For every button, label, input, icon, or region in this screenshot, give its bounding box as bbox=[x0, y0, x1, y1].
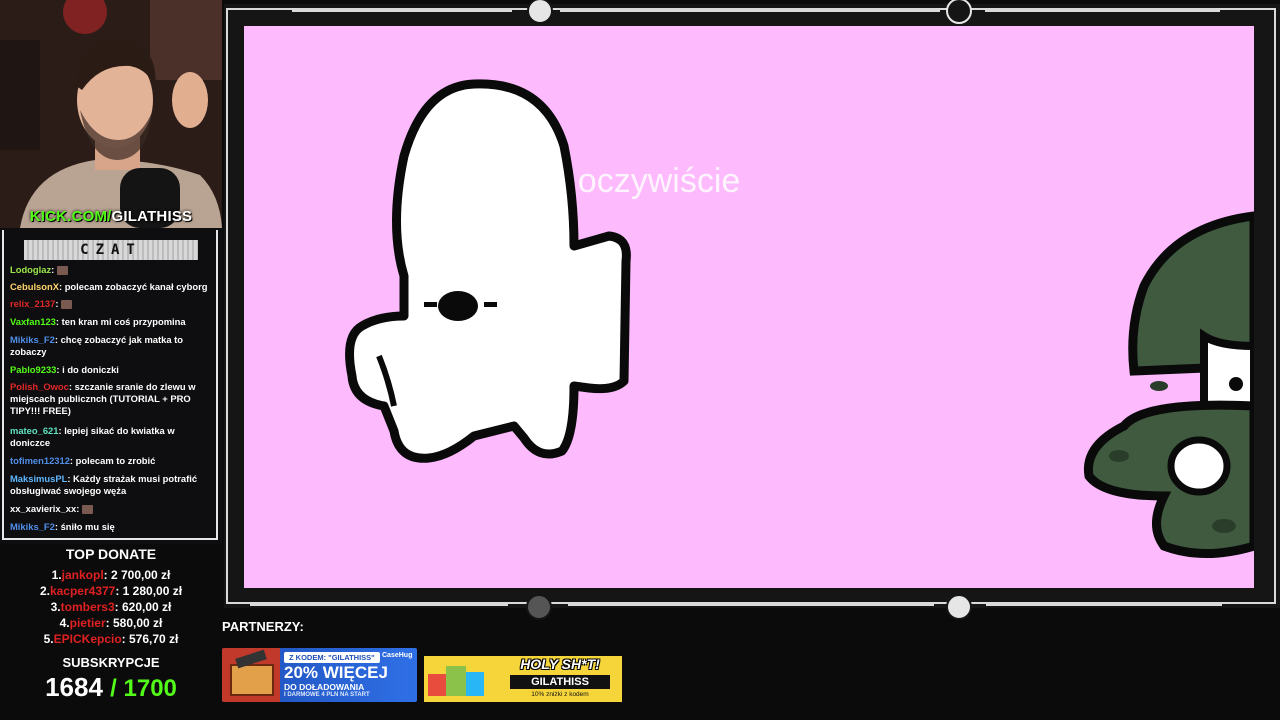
chat-message: Lodoglaz: bbox=[10, 264, 210, 276]
wave-logo-icon bbox=[946, 594, 972, 620]
donate-row: 5.EPICKepcio: 576,70 zł bbox=[0, 632, 222, 646]
emote-icon bbox=[61, 300, 73, 310]
chat-username[interactable]: Vaxfan123 bbox=[10, 316, 56, 327]
chat-username[interactable]: MaksimusPL bbox=[10, 473, 67, 484]
frame-line bbox=[560, 10, 940, 12]
donate-amount: : 2 700,00 zł bbox=[103, 568, 171, 582]
case-image-icon bbox=[222, 648, 280, 702]
chat-message: MaksimusPL: Każdy strażak musi potrafić … bbox=[10, 473, 198, 496]
donate-amount: : 576,70 zł bbox=[121, 632, 179, 646]
chat-username[interactable]: Mikiks_F2 bbox=[10, 334, 55, 345]
chat-title: CZAT bbox=[80, 242, 142, 258]
chat-text: śniło mu się bbox=[60, 521, 115, 532]
chat-username[interactable]: Pablo9233 bbox=[10, 364, 56, 375]
banner1-brand: CaseHug bbox=[382, 652, 413, 659]
frame-line bbox=[986, 604, 1222, 606]
chat-text: polecam to zrobić bbox=[75, 455, 156, 466]
donate-amount: : 620,00 zł bbox=[114, 600, 172, 614]
donate-amount: : 1 280,00 zł bbox=[115, 584, 183, 598]
donate-row: 4.pietier: 580,00 zł bbox=[0, 616, 222, 630]
subs-current: 1684 bbox=[45, 672, 103, 702]
banner1-sub1: DO DOŁADOWANIA bbox=[284, 682, 365, 692]
white-blob-character bbox=[345, 79, 631, 463]
frame-line bbox=[292, 10, 512, 12]
chat-username[interactable]: Mikiks_F2 bbox=[10, 521, 55, 532]
donate-name: EPICKepcio bbox=[53, 632, 122, 646]
chat-text: i do doniczki bbox=[62, 364, 119, 375]
banner1-code: Z KODEM: "GILATHISS" bbox=[284, 652, 380, 663]
animation-scene bbox=[345, 79, 1254, 558]
casehug-banner[interactable]: Z KODEM: "GILATHISS" CaseHug 20% WIĘCEJ … bbox=[222, 648, 417, 702]
donate-rank: 3. bbox=[50, 600, 61, 614]
partners-label: PARTNERZY: bbox=[222, 619, 304, 634]
chat-username[interactable]: Polish_Owoc bbox=[10, 381, 69, 392]
donate-name: kacper4377 bbox=[49, 584, 116, 598]
donate-rank: 2. bbox=[39, 584, 50, 598]
streamer-image bbox=[0, 0, 222, 228]
emote-icon bbox=[56, 266, 68, 276]
frame-line bbox=[985, 10, 1220, 12]
chat-message: Pablo9233: i do doniczki bbox=[10, 364, 119, 375]
chat-message: xx_xavierix_xx: bbox=[10, 503, 210, 515]
chat-username[interactable]: mateo_621 bbox=[10, 425, 58, 436]
frame-line bbox=[250, 604, 508, 606]
chat-message: relix_2137: bbox=[10, 298, 210, 310]
top-donate-title: TOP DONATE bbox=[65, 546, 157, 562]
donate-name: tombers3 bbox=[60, 600, 115, 614]
banner2-code: GILATHISS bbox=[510, 675, 610, 689]
donate-rank: 5. bbox=[43, 632, 54, 646]
chat-message: Polish_Owoc: szczanie sranie do zlewu w … bbox=[10, 381, 196, 416]
chat-username[interactable]: xx_xavierix_xx bbox=[10, 503, 76, 514]
grid-logo-icon bbox=[526, 594, 552, 620]
donate-row: 1.jankopl: 2 700,00 zł bbox=[0, 568, 222, 582]
chat-username[interactable]: relix_2137 bbox=[10, 298, 55, 309]
chat-message: Mikiks_F2: chcę zobaczyć jak matka to zo… bbox=[10, 334, 184, 357]
donate-name: pietier bbox=[69, 616, 106, 630]
frame-line bbox=[568, 604, 934, 606]
donate-rank: 1. bbox=[51, 568, 62, 582]
soldier-character bbox=[1083, 211, 1254, 558]
chat-username[interactable]: CebulsonX bbox=[10, 281, 59, 292]
chat-message: mateo_621: lepiej sikać do kwiatka w don… bbox=[10, 425, 175, 448]
chat-message: tofimen12312: polecam to zrobić bbox=[10, 455, 156, 466]
donate-rank: 4. bbox=[59, 616, 70, 630]
chat-message: CebulsonX: polecam zobaczyć kanał cyborg bbox=[10, 281, 208, 292]
chat-text: ten kran mi coś przypomina bbox=[61, 316, 186, 327]
subs-title: SUBSKRYPCJE bbox=[62, 655, 160, 670]
video-screen: to oczywiście bbox=[244, 26, 1254, 588]
banner2-note: 10% zniżki z kodem bbox=[531, 691, 589, 698]
chat-header: CZAT bbox=[24, 240, 198, 260]
chat-message: Vaxfan123: ten kran mi coś przypomina bbox=[10, 316, 186, 327]
emote-icon bbox=[81, 505, 93, 515]
product-boxes-icon bbox=[424, 656, 494, 702]
kick-channel-label: KICK.COM/GILATHISS bbox=[29, 208, 193, 225]
subs-goal: / 1700 bbox=[110, 675, 177, 702]
holy-banner[interactable]: HOLY SH*T! GILATHISS 10% zniżki z kodem bbox=[424, 656, 622, 702]
chat-text: polecam zobaczyć kanał cyborg bbox=[64, 281, 208, 292]
chat-message: Mikiks_F2: śniło mu się bbox=[10, 521, 115, 532]
donate-row: 3.tombers3: 620,00 zł bbox=[0, 600, 222, 614]
banner1-sub2: I DARMOWE 4 PLN NA START bbox=[284, 692, 370, 698]
webcam-feed bbox=[0, 0, 222, 228]
banner2-headline: HOLY SH*T! bbox=[520, 656, 600, 672]
banner1-headline: 20% WIĘCEJ bbox=[284, 663, 388, 682]
chat-username[interactable]: tofimen12312 bbox=[10, 455, 70, 466]
subs-counter: 1684 / 1700 bbox=[0, 672, 222, 703]
donate-amount: : 580,00 zł bbox=[105, 616, 163, 630]
chat-username[interactable]: Lodoglaz bbox=[10, 264, 51, 275]
donate-row: 2.kacper4377: 1 280,00 zł bbox=[0, 584, 222, 598]
donate-name: jankopl bbox=[61, 568, 104, 582]
